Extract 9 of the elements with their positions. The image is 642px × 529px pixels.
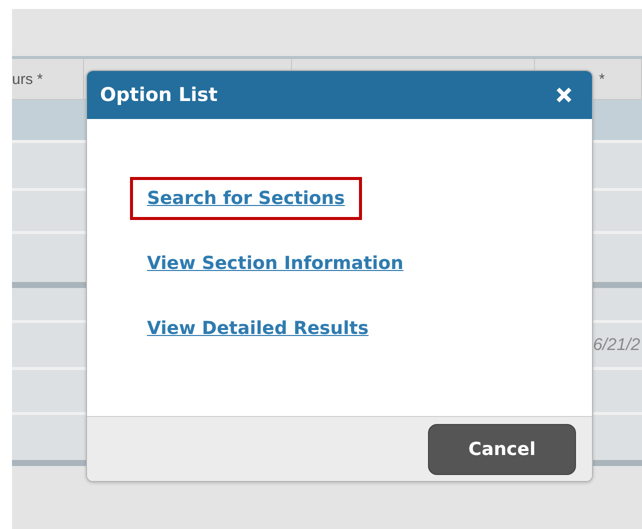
dialog-title: Option List <box>100 84 218 106</box>
column-header: urs * <box>12 70 43 88</box>
option-link[interactable]: View Detailed Results <box>130 307 386 350</box>
cancel-button[interactable]: Cancel <box>428 424 576 474</box>
column-header: * <box>599 70 605 88</box>
table-cell-text: 6/21/2 <box>593 334 640 356</box>
option-link[interactable]: View Section Information <box>130 242 420 285</box>
option-link[interactable]: Search for Sections <box>130 177 362 220</box>
close-icon[interactable] <box>556 87 572 103</box>
